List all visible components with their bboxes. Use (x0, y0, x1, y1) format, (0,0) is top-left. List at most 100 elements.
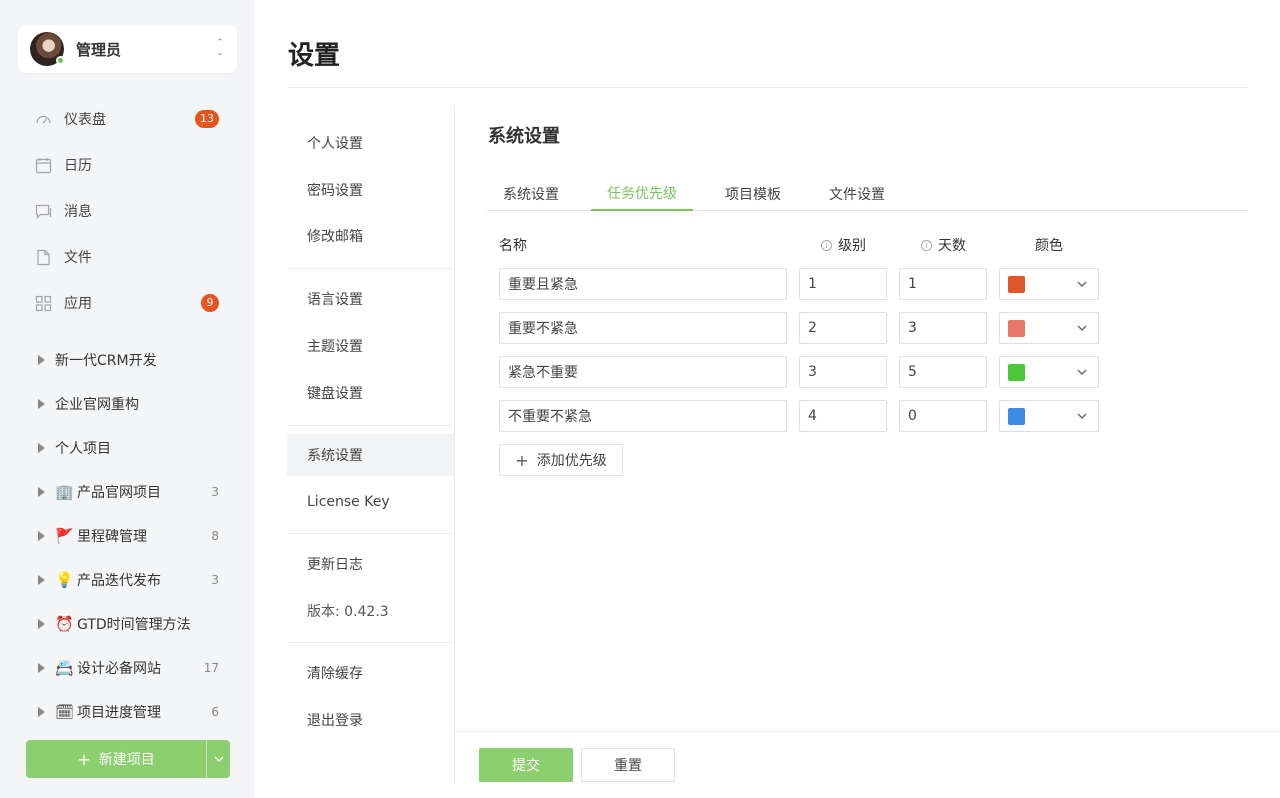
nav-item-files[interactable]: 文件 (26, 234, 229, 280)
dashboard-icon (34, 110, 52, 128)
project-label: 项目进度管理 (77, 705, 161, 721)
settings-menu-clear-cache[interactable]: 清除缓存 (287, 652, 454, 694)
divider (287, 533, 454, 534)
settings-menu-language[interactable]: 语言设置 (287, 278, 454, 320)
expand-arrow-icon[interactable] (38, 355, 45, 365)
expand-arrow-icon[interactable] (38, 575, 45, 585)
settings-menu-changelog[interactable]: 更新日志 (287, 543, 454, 585)
project-item[interactable]: 🚩 里程碑管理 8 (26, 514, 229, 558)
settings-menu-email[interactable]: 修改邮箱 (287, 215, 454, 257)
file-icon (34, 248, 52, 266)
project-label: 新一代CRM开发 (55, 353, 157, 369)
avatar (30, 32, 65, 66)
project-item[interactable]: ⏰ GTD时间管理方法 (26, 602, 229, 646)
project-item[interactable]: 新一代CRM开发 (26, 338, 229, 382)
info-icon[interactable]: i (921, 239, 932, 251)
priority-level-input[interactable]: 1 (799, 268, 887, 300)
calendar-icon (34, 156, 52, 174)
expand-arrow-icon[interactable] (38, 443, 45, 453)
online-status-dot (56, 56, 65, 65)
project-item[interactable]: 企业官网重构 (26, 382, 229, 426)
project-item[interactable]: 个人项目 (26, 426, 229, 470)
project-item[interactable]: 📇 设计必备网站 17 (26, 646, 229, 690)
nav-item-calendar[interactable]: 日历 (26, 142, 229, 188)
column-header-label: 颜色 (1035, 238, 1063, 254)
project-list: 新一代CRM开发 企业官网重构 个人项目 🏢 产品官网项目 3 🚩 里程碑管理 … (26, 338, 229, 734)
settings-menu-password[interactable]: 密码设置 (287, 169, 454, 211)
column-header-level: i 级别 (821, 235, 866, 255)
building-icon: 🏢 (55, 483, 74, 501)
chevron-down-icon (214, 756, 223, 762)
notification-badge: 9 (201, 294, 219, 312)
priority-color-select[interactable] (999, 268, 1099, 300)
alarm-clock-icon: ⏰ (55, 615, 74, 633)
priority-row: 紧急不重要 3 5 (499, 356, 1099, 388)
new-project-button[interactable]: + 新建项目 (26, 740, 206, 778)
tab-project-templates[interactable]: 项目模板 (709, 176, 797, 211)
expand-arrow-icon[interactable] (38, 619, 45, 629)
priority-name-input[interactable]: 不重要不紧急 (499, 400, 787, 432)
new-project-dropdown-button[interactable] (206, 740, 230, 778)
priority-level-input[interactable]: 3 (799, 356, 887, 388)
priority-level-input[interactable]: 4 (799, 400, 887, 432)
color-swatch (1008, 408, 1025, 425)
message-icon (34, 202, 52, 220)
settings-menu-license-key[interactable]: License Key (287, 481, 454, 523)
column-header-days: i 天数 (921, 235, 966, 255)
tab-system[interactable]: 系统设置 (487, 176, 575, 211)
flag-icon: 🚩 (55, 527, 74, 545)
priority-days-input[interactable]: 0 (899, 400, 987, 432)
priority-color-select[interactable] (999, 312, 1099, 344)
divider (455, 731, 1280, 732)
priority-color-select[interactable] (999, 400, 1099, 432)
calendar-emoji-icon: 🗓 (55, 703, 75, 721)
new-project-button-group: + 新建项目 (26, 740, 230, 778)
nav-item-messages[interactable]: 消息 (26, 188, 229, 234)
nav-item-label: 消息 (64, 204, 92, 220)
sidebar: 管理员 ⌃ ⌄ 仪表盘 13 日历 消息 文件 应用 9 新一代CRM开发 企业… (0, 0, 255, 798)
settings-menu-theme[interactable]: 主题设置 (287, 325, 454, 367)
column-header-name: 名称 (499, 235, 527, 255)
project-item[interactable]: 🏢 产品官网项目 3 (26, 470, 229, 514)
submit-button[interactable]: 提交 (479, 748, 573, 782)
info-icon[interactable]: i (821, 239, 832, 251)
page-title: 设置 (288, 41, 341, 71)
priority-days-input[interactable]: 5 (899, 356, 987, 388)
project-label: 产品迭代发布 (77, 573, 161, 589)
expand-arrow-icon[interactable] (38, 663, 45, 673)
settings-menu-keyboard[interactable]: 键盘设置 (287, 372, 454, 414)
column-header-color: 颜色 (1035, 235, 1063, 255)
nav-item-label: 应用 (64, 296, 92, 312)
add-priority-button[interactable]: + 添加优先级 (499, 444, 623, 476)
expand-arrow-icon[interactable] (38, 399, 45, 409)
user-name: 管理员 (76, 41, 122, 59)
chevron-down-icon (1077, 413, 1087, 419)
priority-name-input[interactable]: 重要且紧急 (499, 268, 787, 300)
nav-item-apps[interactable]: 应用 9 (26, 280, 229, 326)
priority-name-input[interactable]: 紧急不重要 (499, 356, 787, 388)
settings-menu-system[interactable]: 系统设置 (287, 434, 454, 476)
new-project-label: 新建项目 (98, 752, 155, 768)
tab-task-priority[interactable]: 任务优先级 (591, 176, 693, 211)
priority-color-select[interactable] (999, 356, 1099, 388)
user-switcher[interactable]: 管理员 ⌃ ⌄ (18, 25, 237, 73)
project-label: 个人项目 (55, 441, 111, 457)
nav-item-dashboard[interactable]: 仪表盘 13 (26, 96, 229, 142)
project-label: 里程碑管理 (77, 529, 147, 545)
expand-arrow-icon[interactable] (38, 531, 45, 541)
settings-menu-personal[interactable]: 个人设置 (287, 122, 454, 164)
project-label: 企业官网重构 (55, 397, 139, 413)
priority-days-input[interactable]: 3 (899, 312, 987, 344)
tab-file-settings[interactable]: 文件设置 (813, 176, 901, 211)
lightbulb-icon: 💡 (55, 571, 74, 589)
reset-button[interactable]: 重置 (581, 748, 675, 782)
priority-days-input[interactable]: 1 (899, 268, 987, 300)
project-item[interactable]: 💡 产品迭代发布 3 (26, 558, 229, 602)
priority-level-input[interactable]: 2 (799, 312, 887, 344)
settings-menu-logout[interactable]: 退出登录 (287, 699, 454, 741)
priority-name-input[interactable]: 重要不紧急 (499, 312, 787, 344)
expand-arrow-icon[interactable] (38, 487, 45, 497)
project-item[interactable]: 🗓 项目进度管理 6 (26, 690, 229, 734)
expand-arrow-icon[interactable] (38, 707, 45, 717)
column-header-label: 级别 (838, 238, 866, 254)
